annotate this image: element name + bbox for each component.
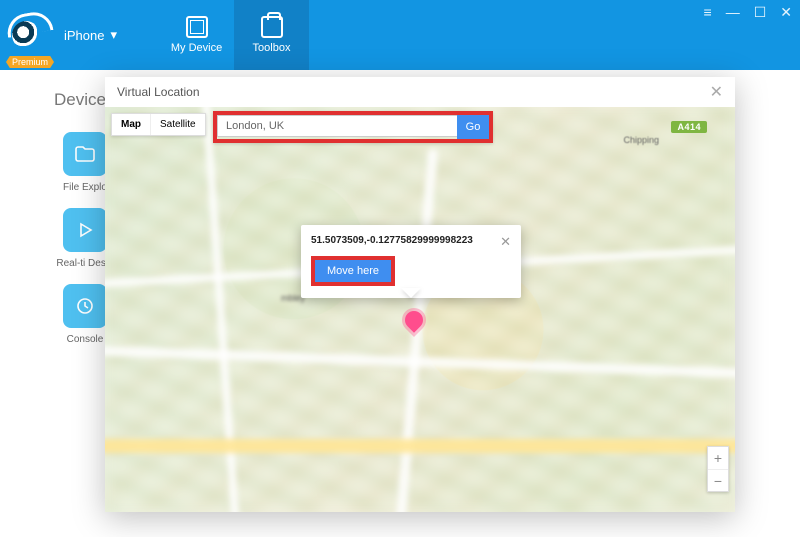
dialog-header: Virtual Location ✕ (105, 77, 735, 107)
folder-icon (63, 132, 107, 176)
minimize-icon[interactable]: — (726, 4, 740, 21)
tab-toolbox[interactable]: Toolbox (234, 0, 309, 70)
clock-icon (63, 284, 107, 328)
maximize-icon[interactable]: ☐ (754, 4, 767, 21)
eye-logo-icon (12, 21, 40, 49)
tab-label: Toolbox (253, 42, 291, 54)
map-type-toggle: Map Satellite (111, 113, 206, 136)
tab-label: My Device (171, 42, 222, 54)
play-icon (63, 208, 107, 252)
map-type-map[interactable]: Map (112, 114, 150, 135)
map-zoom-control: + − (707, 446, 729, 492)
map-type-satellite[interactable]: Satellite (150, 114, 205, 135)
premium-badge: Premium (6, 56, 54, 68)
tab-my-device[interactable]: My Device (159, 0, 234, 70)
tool-label: File Explo (63, 182, 107, 194)
map-canvas[interactable]: A414 Chipping mbley Map Satellite Go 51.… (105, 107, 735, 512)
coordinates-text: 51.5073509,-0.12775829999998223 (311, 235, 473, 246)
location-search-input[interactable] (217, 115, 457, 137)
tool-label: Console (67, 334, 104, 346)
location-callout: 51.5073509,-0.12775829999998223 ✕ Move h… (301, 225, 521, 298)
chevron-down-icon: ▾ (110, 27, 117, 43)
move-here-button[interactable]: Move here (315, 260, 391, 282)
close-icon[interactable]: ✕ (780, 4, 792, 21)
zoom-out-button[interactable]: − (708, 469, 728, 491)
device-picker-label: iPhone (64, 28, 104, 43)
map-place-label: Chipping (623, 135, 659, 145)
map-texture (105, 107, 735, 512)
app-header: Premium iPhone ▾ My Device Toolbox ≡ — ☐… (0, 0, 800, 70)
app-logo: Premium (0, 0, 52, 70)
location-search-group: Go (213, 111, 493, 143)
road-badge: A414 (671, 121, 707, 133)
device-icon (186, 16, 208, 38)
menu-icon[interactable]: ≡ (704, 4, 712, 21)
close-icon[interactable]: ✕ (500, 235, 511, 248)
device-picker[interactable]: iPhone ▾ (52, 0, 129, 70)
move-here-highlight: Move here (311, 256, 395, 286)
dialog-title: Virtual Location (117, 85, 200, 99)
virtual-location-dialog: Virtual Location ✕ A414 Chipping mbley M… (105, 77, 735, 512)
zoom-in-button[interactable]: + (708, 447, 728, 469)
go-button[interactable]: Go (457, 115, 489, 139)
window-controls: ≡ — ☐ ✕ (704, 4, 792, 21)
header-tabs: My Device Toolbox (159, 0, 309, 70)
close-icon[interactable]: ✕ (710, 82, 723, 102)
toolbox-icon (261, 16, 283, 38)
